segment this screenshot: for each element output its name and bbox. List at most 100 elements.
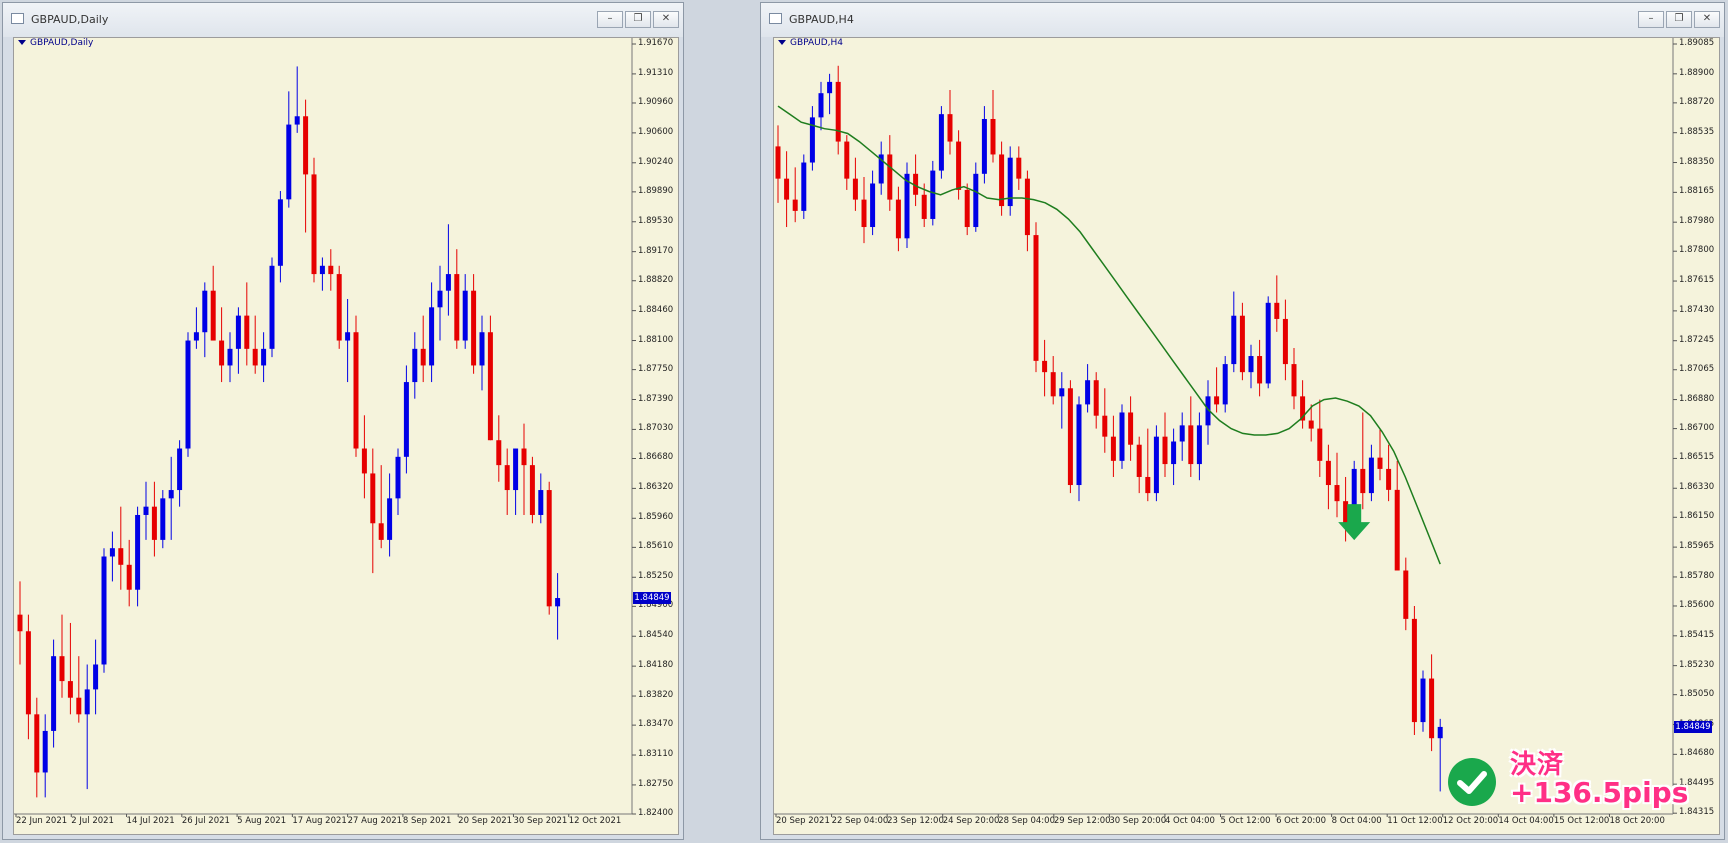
y-tick-label: 1.85780 xyxy=(1679,570,1715,581)
h4-chart-area[interactable]: GBPAUD,H4 1.89085 1.88900 1.88720 1.88535 1.… xyxy=(773,37,1720,835)
bull-candle xyxy=(1231,315,1237,365)
y-tick-label: 1.82400 xyxy=(638,808,674,818)
bull-candle xyxy=(973,173,979,228)
right-chart-window[interactable]: GBPAUD,H4 – ❐ ✕ GBPAUD,H4 1.89085 1.88900… xyxy=(760,2,1725,840)
y-tick-label: 1.91670 xyxy=(638,38,674,48)
bear-candle xyxy=(1274,302,1280,319)
y-tick-label: 1.90240 xyxy=(638,156,674,167)
y-tick-label: 1.87065 xyxy=(1679,363,1715,374)
bull-candle xyxy=(1171,441,1177,465)
bear-candle xyxy=(1050,372,1056,397)
close-button[interactable]: ✕ xyxy=(653,11,679,28)
bear-candle xyxy=(1033,235,1039,361)
bull-candle xyxy=(277,199,283,266)
x-tick-label: 29 Sep 12:00 xyxy=(1053,816,1111,826)
left-title-bar[interactable]: GBPAUD,Daily – ❐ ✕ xyxy=(3,3,683,37)
candlestick-chart-svg xyxy=(774,38,1677,817)
bear-candle xyxy=(311,174,317,275)
bull-candle xyxy=(801,162,807,211)
bull-candle xyxy=(904,173,910,239)
minimize-button[interactable]: – xyxy=(1638,11,1664,28)
bear-candle xyxy=(1188,425,1194,465)
bull-candle xyxy=(1059,388,1065,397)
bear-candle xyxy=(887,154,893,200)
bull-candle xyxy=(168,490,174,499)
restore-icon: ❐ xyxy=(633,13,643,24)
bull-candle xyxy=(870,183,876,228)
left-chart-window[interactable]: GBPAUD,Daily – ❐ ✕ GBPAUD,Daily 1.91670 1… xyxy=(2,2,684,840)
bull-candle xyxy=(981,118,987,174)
bull-candle xyxy=(1076,404,1082,486)
current-price-tag: 1.84849 xyxy=(633,592,671,605)
y-tick-label: 1.86700 xyxy=(1679,422,1715,433)
y-tick-label: 1.88350 xyxy=(1679,156,1715,167)
minimize-icon: – xyxy=(1648,13,1654,24)
daily-chart-area[interactable]: GBPAUD,Daily 1.91670 1.91310 1.90960 1.9060… xyxy=(13,37,679,835)
y-tick-label: 1.87980 xyxy=(1679,216,1715,227)
y-tick-label: 1.87030 xyxy=(638,423,674,434)
bull-candle xyxy=(294,116,300,125)
bull-candle xyxy=(143,506,149,515)
bull-candle xyxy=(538,490,544,515)
bull-candle xyxy=(261,348,267,366)
x-tick-label: 8 Sep 2021 xyxy=(402,816,452,826)
bull-candle xyxy=(938,114,944,171)
bull-candle xyxy=(1153,436,1159,494)
bear-candle xyxy=(126,564,132,590)
restore-icon: ❐ xyxy=(1674,13,1684,24)
close-button[interactable]: ✕ xyxy=(1694,11,1720,28)
x-tick-label: 12 Oct 2021 xyxy=(568,816,622,826)
x-tick-label: 8 Oct 04:00 xyxy=(1331,816,1382,826)
y-tick-label: 1.85600 xyxy=(1679,599,1715,610)
bear-candle xyxy=(471,290,477,366)
restore-button[interactable]: ❐ xyxy=(1666,11,1692,28)
y-tick-label: 1.91310 xyxy=(638,67,674,78)
y-tick-label: 1.86320 xyxy=(638,482,674,493)
y-tick-label: 1.84540 xyxy=(638,630,674,641)
bear-candle xyxy=(1024,178,1030,236)
bull-candle xyxy=(395,456,401,499)
y-tick-label: 1.90600 xyxy=(638,126,674,137)
bear-candle xyxy=(1377,457,1383,469)
right-window-title: GBPAUD,H4 xyxy=(789,13,854,26)
bull-candle xyxy=(1248,356,1254,373)
y-tick-label: 1.84180 xyxy=(638,660,674,671)
x-tick-label: 5 Aug 2021 xyxy=(237,816,287,826)
bear-candle xyxy=(25,631,31,715)
bull-candle xyxy=(1196,425,1202,465)
left-window-title: GBPAUD,Daily xyxy=(31,13,109,26)
bear-candle xyxy=(1291,364,1297,397)
y-tick-label: 1.88100 xyxy=(638,334,674,345)
bear-candle xyxy=(76,697,82,715)
bull-candle xyxy=(462,290,468,341)
restore-button[interactable]: ❐ xyxy=(625,11,651,28)
x-tick-label: 26 Jul 2021 xyxy=(181,816,230,826)
bull-candle xyxy=(930,170,936,219)
bull-candle xyxy=(185,340,191,449)
right-title-bar[interactable]: GBPAUD,H4 – ❐ ✕ xyxy=(761,3,1724,37)
bear-candle xyxy=(59,656,65,682)
x-tick-label: 4 Oct 04:00 xyxy=(1164,816,1215,826)
bull-candle xyxy=(177,448,183,491)
bear-candle xyxy=(990,118,996,155)
bull-candle xyxy=(445,274,451,291)
bull-candle xyxy=(513,448,519,491)
bear-candle xyxy=(370,473,376,524)
y-tick-label: 1.86515 xyxy=(1679,452,1715,463)
y-tick-label: 1.89170 xyxy=(638,245,674,256)
bear-candle xyxy=(1239,315,1245,373)
bull-candle xyxy=(1437,726,1443,739)
bull-candle xyxy=(319,265,325,275)
bear-candle xyxy=(1394,489,1400,571)
bear-candle xyxy=(210,290,216,341)
minimize-button[interactable]: – xyxy=(597,11,623,28)
x-tick-label: 22 Jun 2021 xyxy=(16,816,68,826)
bull-candle xyxy=(818,93,824,118)
bear-candle xyxy=(244,315,250,349)
y-tick-label: 1.85250 xyxy=(638,571,674,582)
bear-candle xyxy=(895,199,901,239)
bull-candle xyxy=(437,290,443,308)
y-tick-label: 1.88460 xyxy=(638,304,674,315)
bull-candle xyxy=(135,514,141,590)
y-tick-label: 1.88720 xyxy=(1679,96,1715,107)
